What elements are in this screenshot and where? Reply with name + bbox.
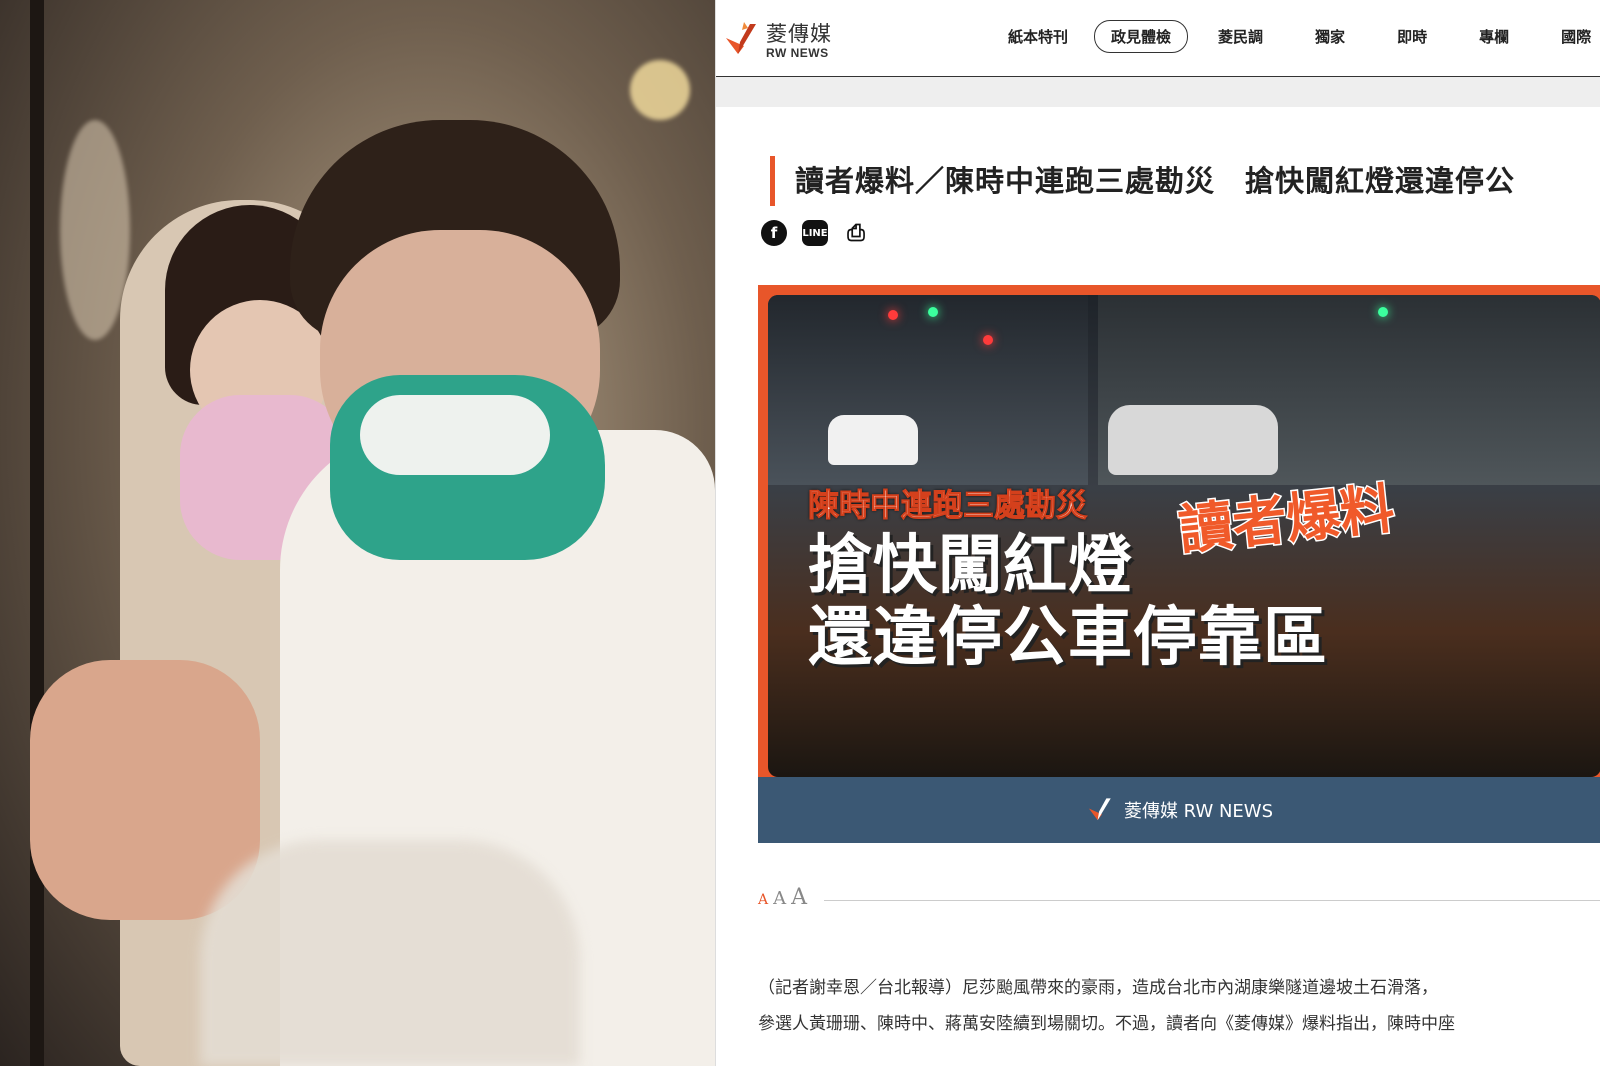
ad-band bbox=[716, 77, 1600, 107]
nav-item-print-special[interactable]: 紙本特刊 bbox=[994, 20, 1082, 53]
top-nav: 菱傳媒 RW NEWS 紙本特刊 政見體檢 菱民調 獨家 即時 專欄 國際 bbox=[716, 0, 1600, 77]
logo-chinese: 菱傳媒 bbox=[766, 22, 832, 46]
facebook-icon[interactable]: f bbox=[761, 220, 787, 246]
paragraph-line: （記者謝幸恩／台北報導）尼莎颱風帶來的豪雨，造成台北市內湖康樂隧道邊坡土石滑落， bbox=[758, 978, 1438, 998]
background-light bbox=[60, 120, 130, 340]
foreground-blur bbox=[200, 840, 580, 1066]
hero-caption-big: 搶快闖紅燈 還違停公車停靠區 bbox=[808, 530, 1328, 674]
hero-caption-small: 陳時中連跑三處勘災 bbox=[808, 488, 1088, 525]
divider bbox=[824, 899, 1600, 901]
hero-image: 陳時中連跑三處勘災 讀者爆料 搶快闖紅燈 還違停公車停靠區 菱傳媒 RW NEW… bbox=[758, 285, 1600, 843]
hero-footer-bar: 菱傳媒 RW NEWS bbox=[758, 777, 1600, 843]
rainy-street-photo bbox=[768, 295, 1088, 485]
nav-item-policy-check[interactable]: 政見體檢 bbox=[1094, 20, 1189, 53]
suv-car bbox=[1108, 405, 1278, 475]
door-frame bbox=[30, 0, 44, 1066]
print-icon[interactable]: ⎙ bbox=[843, 220, 869, 246]
white-car bbox=[828, 415, 918, 465]
traffic-light-icon bbox=[983, 335, 993, 345]
rwnews-logo-icon[interactable] bbox=[722, 18, 766, 62]
share-bar: f LINE ⎙ bbox=[761, 220, 884, 246]
mask-pattern bbox=[360, 395, 550, 475]
article-page: 菱傳媒 RW NEWS 紙本特刊 政見體檢 菱民調 獨家 即時 專欄 國際 讀者… bbox=[715, 0, 1600, 1066]
line-icon[interactable]: LINE bbox=[802, 220, 828, 246]
traffic-light-icon bbox=[1378, 307, 1388, 317]
article-title: 讀者爆料／陳時中連跑三處勘災 搶快闖紅燈還違停公 bbox=[795, 164, 1516, 198]
site-logo[interactable]: 菱傳媒 RW NEWS bbox=[766, 18, 832, 60]
traffic-light-icon bbox=[928, 307, 938, 317]
logo-english: RW NEWS bbox=[766, 46, 829, 60]
news-photo bbox=[0, 0, 715, 1066]
font-size-medium-button[interactable]: A bbox=[773, 888, 786, 909]
font-size-small-button[interactable]: A bbox=[758, 892, 768, 908]
nav-item-exclusive[interactable]: 獨家 bbox=[1301, 20, 1359, 53]
nav-item-international[interactable]: 國際 bbox=[1547, 20, 1600, 53]
hero-photo-collage: 陳時中連跑三處勘災 讀者爆料 搶快闖紅燈 還違停公車停靠區 bbox=[768, 295, 1600, 777]
hero-caption-line1: 搶快闖紅燈 bbox=[808, 529, 1133, 603]
hero-footer-brand: 菱傳媒 RW NEWS bbox=[1123, 801, 1274, 822]
font-size-controls: A A A bbox=[758, 885, 1600, 915]
clasped-hands bbox=[30, 660, 260, 920]
nav-item-poll[interactable]: 菱民調 bbox=[1204, 20, 1277, 53]
nav-item-realtime[interactable]: 即時 bbox=[1383, 20, 1441, 53]
nav-item-column[interactable]: 專欄 bbox=[1465, 20, 1523, 53]
article-title-block: 讀者爆料／陳時中連跑三處勘災 搶快闖紅燈還違停公 bbox=[770, 156, 1600, 206]
background-light bbox=[630, 60, 690, 120]
rwnews-logo-icon bbox=[1088, 798, 1111, 821]
traffic-light-icon bbox=[888, 310, 898, 320]
paragraph-line: 參選人黃珊珊、陳時中、蔣萬安陸續到場關切。不過，讀者向《菱傳媒》爆料指出，陳時中… bbox=[758, 1014, 1455, 1034]
nav-menu: 紙本特刊 政見體檢 菱民調 獨家 即時 專欄 國際 bbox=[994, 20, 1600, 53]
font-size-large-button[interactable]: A bbox=[791, 885, 807, 910]
hero-caption-line2: 還違停公車停靠區 bbox=[808, 601, 1328, 675]
article-body: （記者謝幸恩／台北報導）尼莎颱風帶來的豪雨，造成台北市內湖康樂隧道邊坡土石滑落，… bbox=[758, 970, 1600, 1042]
